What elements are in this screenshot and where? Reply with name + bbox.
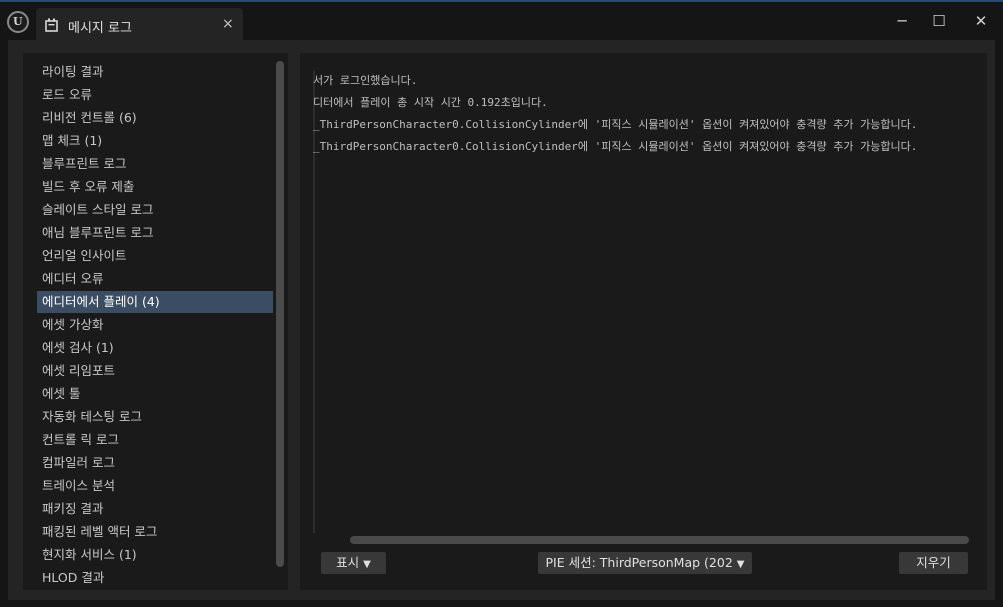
- category-item[interactable]: 현지화 서비스 (1): [37, 544, 273, 566]
- category-scrollbar[interactable]: [276, 61, 284, 567]
- category-item[interactable]: 블루프린트 로그: [37, 153, 273, 175]
- show-dropdown-button[interactable]: 표시 ▼: [320, 551, 387, 575]
- clear-button[interactable]: 지우기: [898, 551, 969, 575]
- category-item[interactable]: 애님 블루프린트 로그: [37, 222, 273, 244]
- unreal-logo-icon: U: [7, 11, 29, 33]
- category-item[interactable]: 언리얼 인사이트: [37, 245, 273, 267]
- pie-session-dropdown[interactable]: PIE 세션: ThirdPersonMap (202 ▼: [537, 551, 753, 575]
- category-list: 라이팅 결과 로드 오류 리비전 컨트롤 (6) 맵 체크 (1) 블루프린트 …: [23, 53, 288, 590]
- title-bar: U 메시지 로그 × ─ ☐ ✕: [0, 0, 1003, 42]
- category-item[interactable]: 컴파일러 로그: [37, 452, 273, 474]
- category-item[interactable]: 라이팅 결과: [37, 61, 273, 83]
- category-item[interactable]: 트레이스 분석: [37, 475, 273, 497]
- maximize-button[interactable]: ☐: [929, 12, 949, 30]
- tab-message-log[interactable]: 메시지 로그 ×: [36, 8, 243, 42]
- category-item[interactable]: 패킹된 레벨 액터 로그: [37, 521, 273, 543]
- category-item[interactable]: 에셋 리임포트: [37, 360, 273, 382]
- category-item[interactable]: 리비전 컨트롤 (6): [37, 107, 273, 129]
- message-log-icon: [45, 18, 58, 32]
- chevron-down-icon: ▼: [736, 559, 745, 570]
- category-item[interactable]: 에셋 가상화: [37, 314, 273, 336]
- tab-title: 메시지 로그: [68, 21, 132, 36]
- category-item[interactable]: 맵 체크 (1): [37, 130, 273, 152]
- log-line[interactable]: 서가 로그인했습니다.: [313, 72, 973, 88]
- close-window-button[interactable]: ✕: [971, 12, 991, 30]
- category-item[interactable]: 로드 오류: [37, 84, 273, 106]
- category-item[interactable]: HLOD 결과: [37, 567, 273, 589]
- minimize-button[interactable]: ─: [892, 12, 912, 30]
- pie-session-label: PIE 세션: ThirdPersonMap (202: [545, 555, 733, 570]
- log-horizontal-scrollbar[interactable]: [350, 536, 969, 544]
- category-item[interactable]: 빌드 후 오류 제출: [37, 176, 273, 198]
- category-item[interactable]: 슬레이트 스타일 로그: [37, 199, 273, 221]
- category-item[interactable]: 에디터 오류: [37, 268, 273, 290]
- show-label: 표시: [336, 555, 360, 570]
- category-item[interactable]: 에셋 툴: [37, 383, 273, 405]
- category-item-selected[interactable]: 에디터에서 플레이 (4): [37, 291, 273, 313]
- tab-close-icon[interactable]: ×: [222, 16, 234, 32]
- log-panel: 서가 로그인했습니다. 디터에서 플레이 총 시작 시간 0.192초입니다. …: [300, 53, 987, 590]
- category-item[interactable]: 에셋 검사 (1): [37, 337, 273, 359]
- chevron-down-icon: ▼: [363, 559, 371, 570]
- category-item[interactable]: 자동화 테스팅 로그: [37, 406, 273, 428]
- log-line[interactable]: _ThirdPersonCharacter0.CollisionCylinder…: [313, 116, 973, 132]
- category-item[interactable]: 컨트롤 릭 로그: [37, 429, 273, 451]
- category-item[interactable]: 패키징 결과: [37, 498, 273, 520]
- log-line[interactable]: 디터에서 플레이 총 시작 시간 0.192초입니다.: [313, 94, 973, 110]
- log-line[interactable]: _ThirdPersonCharacter0.CollisionCylinder…: [313, 138, 973, 154]
